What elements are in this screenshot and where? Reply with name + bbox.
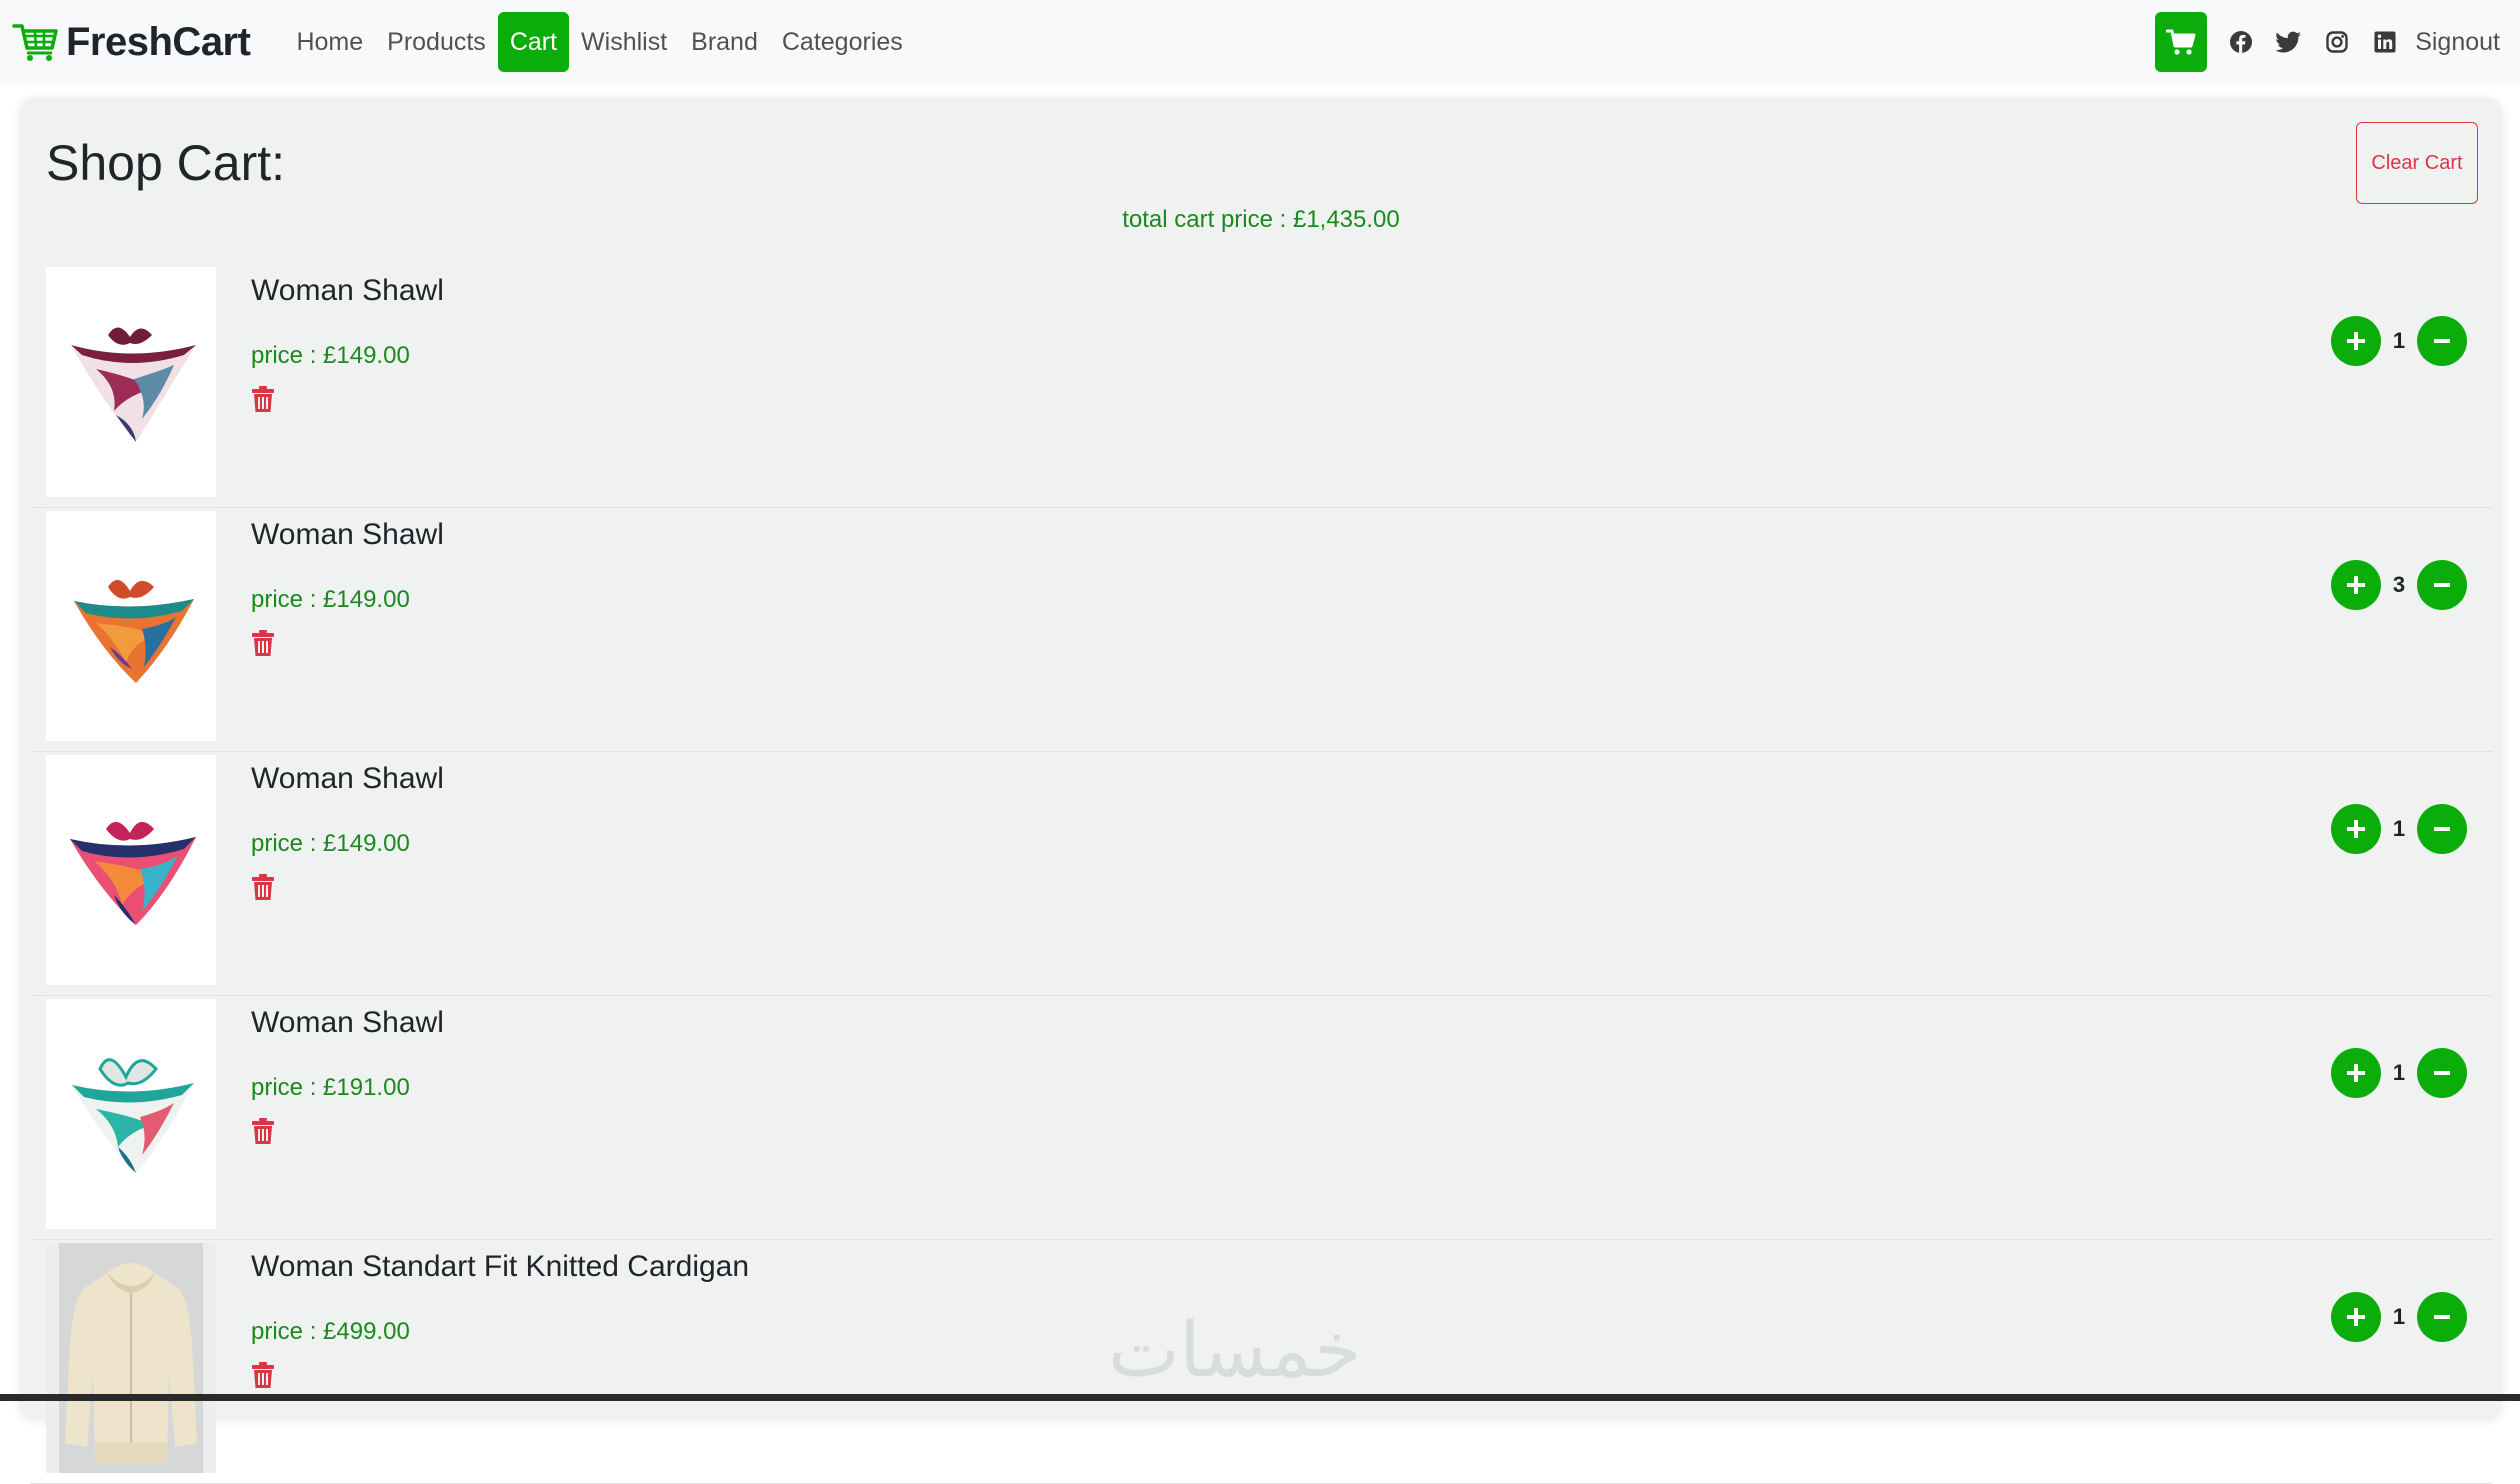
decrease-quantity-button[interactable]: [2417, 1292, 2467, 1342]
brand-name: FreshCart: [66, 19, 251, 64]
product-name: Woman Shawl: [251, 762, 444, 795]
decrease-quantity-button[interactable]: [2417, 804, 2467, 854]
nav-link-cart[interactable]: Cart: [497, 12, 570, 72]
product-image-shawl-navy-pink: [46, 755, 216, 985]
increase-quantity-button[interactable]: [2331, 1048, 2381, 1098]
bottom-bar: [0, 1394, 2520, 1401]
quantity-stepper: 1: [2331, 316, 2467, 366]
trash-icon[interactable]: [252, 1362, 274, 1388]
watermark: خمسات: [1108, 1305, 1362, 1394]
price-label: price :: [251, 830, 317, 857]
cart-panel: Shop Cart: Clear Cart total cart price :…: [20, 98, 2502, 1484]
quantity-value: 3: [2392, 572, 2406, 597]
price-label: price :: [251, 342, 317, 369]
product-name: Woman Standart Fit Knitted Cardigan: [251, 1250, 750, 1283]
product-name: Woman Shawl: [251, 518, 444, 551]
quantity-value: 1: [2392, 816, 2406, 841]
cart-item: Woman Shawl price : £149.00 3: [30, 508, 2492, 752]
product-name: Woman Shawl: [251, 274, 444, 307]
total-cart-price: total cart price : £1,435.00: [20, 206, 2502, 234]
nav-link-brand[interactable]: Brand: [679, 12, 770, 72]
cart-icon: [2166, 29, 2196, 55]
nav-link-categories[interactable]: Categories: [770, 12, 915, 72]
product-image-shawl-orange: [46, 511, 216, 741]
nav-links: Home Products Cart Wishlist Brand Catego…: [284, 12, 914, 72]
product-image-shawl-burgundy: [46, 267, 216, 497]
price-label: price :: [251, 586, 317, 613]
trash-icon[interactable]: [252, 386, 274, 412]
nav-link-wishlist[interactable]: Wishlist: [569, 12, 679, 72]
quantity-value: 1: [2392, 328, 2406, 353]
clear-cart-button[interactable]: Clear Cart: [2356, 122, 2478, 204]
price-label: price :: [251, 1074, 317, 1101]
total-label: total cart price :: [1122, 206, 1287, 233]
price-value: £149.00: [323, 830, 410, 857]
nav-link-home[interactable]: Home: [284, 12, 375, 72]
facebook-icon[interactable]: [2217, 12, 2265, 72]
quantity-stepper: 1: [2331, 1292, 2467, 1342]
increase-quantity-button[interactable]: [2331, 804, 2381, 854]
linkedin-icon[interactable]: [2361, 12, 2409, 72]
trash-icon[interactable]: [252, 630, 274, 656]
cart-button[interactable]: [2155, 12, 2208, 72]
increase-quantity-button[interactable]: [2331, 1292, 2381, 1342]
product-price: price : £149.00: [251, 586, 410, 614]
price-label: price :: [251, 1318, 317, 1345]
twitter-icon[interactable]: [2265, 12, 2313, 72]
price-value: £149.00: [323, 342, 410, 369]
total-value: £1,435.00: [1292, 206, 1400, 233]
plus-icon: [2347, 1064, 2365, 1082]
minus-icon: [2434, 827, 2450, 831]
increase-quantity-button[interactable]: [2331, 316, 2381, 366]
quantity-stepper: 3: [2331, 560, 2467, 610]
quantity-stepper: 1: [2331, 1048, 2467, 1098]
minus-icon: [2434, 583, 2450, 587]
product-image-shawl-white-teal: [46, 999, 216, 1229]
trash-icon[interactable]: [252, 874, 274, 900]
decrease-quantity-button[interactable]: [2417, 560, 2467, 610]
product-price: price : £191.00: [251, 1074, 410, 1102]
plus-icon: [2347, 576, 2365, 594]
brand-logo[interactable]: FreshCart: [12, 19, 251, 65]
nav-link-products[interactable]: Products: [375, 12, 498, 72]
cart-item: Woman Shawl price : £149.00 1: [30, 264, 2492, 508]
product-price: price : £499.00: [251, 1318, 410, 1346]
navbar: FreshCart Home Products Cart Wishlist Br…: [0, 0, 2520, 84]
minus-icon: [2434, 339, 2450, 343]
cart-item: Woman Shawl price : £191.00 1: [30, 996, 2492, 1240]
product-price: price : £149.00: [251, 830, 410, 858]
quantity-value: 1: [2392, 1060, 2406, 1085]
increase-quantity-button[interactable]: [2331, 560, 2381, 610]
price-value: £191.00: [323, 1074, 410, 1101]
plus-icon: [2347, 820, 2365, 838]
shopping-cart-logo-icon: [12, 24, 58, 61]
price-value: £499.00: [323, 1318, 410, 1345]
nav-right: Signout: [2155, 12, 2500, 72]
plus-icon: [2347, 1308, 2365, 1326]
signout-link[interactable]: Signout: [2415, 28, 2500, 57]
quantity-value: 1: [2392, 1304, 2406, 1329]
minus-icon: [2434, 1315, 2450, 1319]
trash-icon[interactable]: [252, 1118, 274, 1144]
product-name: Woman Shawl: [251, 1006, 444, 1039]
quantity-stepper: 1: [2331, 804, 2467, 854]
plus-icon: [2347, 332, 2365, 350]
product-price: price : £149.00: [251, 342, 410, 370]
decrease-quantity-button[interactable]: [2417, 316, 2467, 366]
instagram-icon[interactable]: [2313, 12, 2361, 72]
price-value: £149.00: [323, 586, 410, 613]
product-image-cardigan: [46, 1243, 216, 1473]
decrease-quantity-button[interactable]: [2417, 1048, 2467, 1098]
cart-item: Woman Shawl price : £149.00 1: [30, 752, 2492, 996]
page-title: Shop Cart:: [46, 135, 286, 191]
minus-icon: [2434, 1071, 2450, 1075]
